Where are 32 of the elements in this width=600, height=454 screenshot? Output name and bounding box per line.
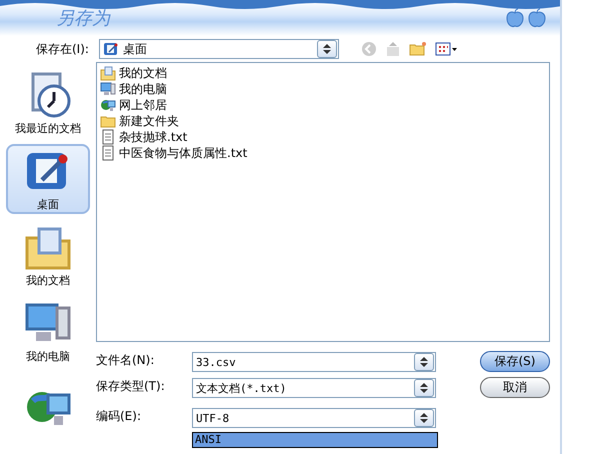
file-item[interactable]: 中医食物与体质属性.txt — [119, 144, 248, 162]
look-in-label: 保存在(I): — [36, 40, 89, 58]
file-item[interactable]: 杂技抛球.txt — [119, 128, 188, 146]
apple-icon[interactable] — [506, 8, 524, 28]
dialog-button[interactable]: 保存(S) — [480, 351, 550, 372]
field-dropdown[interactable]: UTF-8 — [192, 408, 436, 428]
new-folder-icon[interactable] — [408, 41, 427, 57]
field-label: 文件名(N): — [96, 352, 156, 369]
desktop-icon — [102, 41, 119, 57]
places-item[interactable]: 桌面 — [6, 144, 90, 214]
window-title: 另存为 — [56, 7, 110, 30]
places-item[interactable]: 我的文档 — [6, 220, 90, 290]
encoding-option[interactable]: ANSI — [193, 433, 437, 447]
file-item[interactable]: 我的文档 — [119, 64, 167, 82]
file-item[interactable]: 网上邻居 — [119, 96, 167, 114]
computer-icon — [100, 81, 116, 97]
places-item[interactable]: 我的电脑 — [6, 296, 90, 366]
field-dropdown[interactable]: 文本文档(*.txt) — [192, 378, 436, 398]
look-in-dropdown[interactable]: 桌面 — [98, 39, 339, 59]
field-dropdown[interactable]: 33.csv — [192, 352, 436, 372]
document-folder-icon — [100, 65, 116, 81]
file-item[interactable]: 新建文件夹 — [119, 112, 179, 130]
network-globe-icon — [100, 97, 116, 113]
field-label: 编码(E): — [96, 408, 142, 425]
field-label: 保存类型(T): — [96, 378, 166, 395]
dialog-button[interactable]: 取消 — [480, 377, 550, 398]
places-item[interactable]: 我最近的文档 — [6, 68, 90, 138]
text-file-icon — [100, 129, 116, 145]
text-file-icon — [100, 145, 116, 161]
apple-icon[interactable] — [528, 8, 546, 28]
file-item[interactable]: 我的电脑 — [119, 80, 167, 98]
view-menu-icon[interactable] — [434, 42, 457, 56]
